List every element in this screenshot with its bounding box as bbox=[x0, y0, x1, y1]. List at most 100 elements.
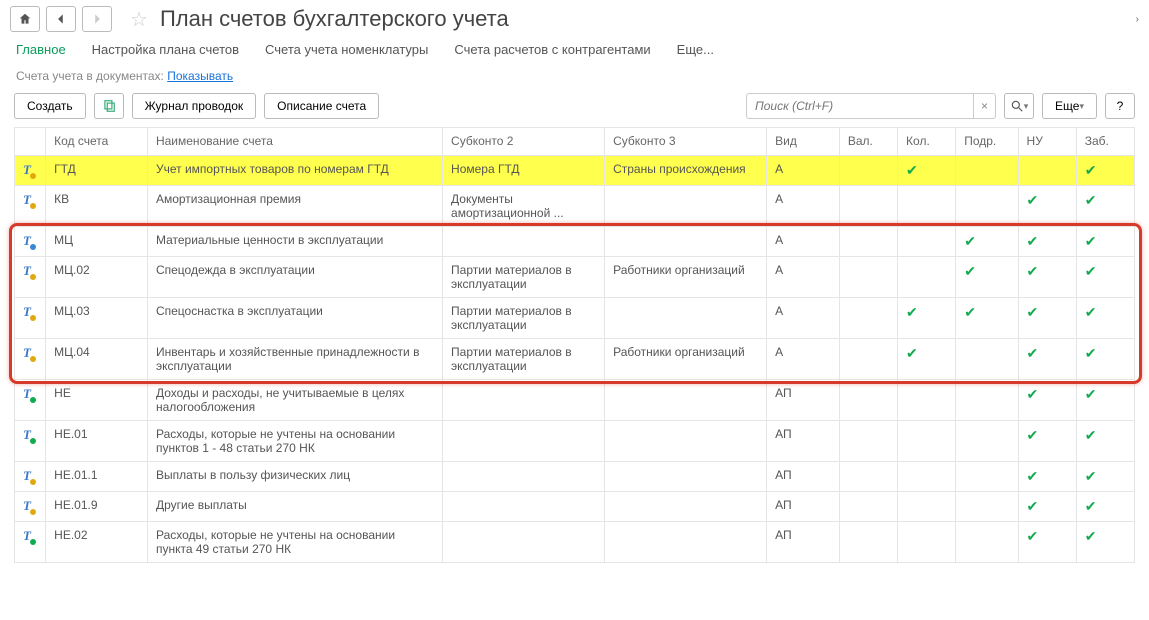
cell-nu: ✔ bbox=[1018, 462, 1076, 492]
status-link[interactable]: Показывать bbox=[167, 69, 233, 83]
cell-val bbox=[839, 339, 897, 380]
tab-4[interactable]: Еще... bbox=[677, 42, 714, 57]
cell-podr bbox=[956, 492, 1018, 522]
col-val[interactable]: Вал. bbox=[839, 128, 897, 156]
cell-name: Материальные ценности в эксплуатации bbox=[147, 227, 442, 257]
help-button[interactable]: ? bbox=[1105, 93, 1135, 119]
col-kol[interactable]: Кол. bbox=[898, 128, 956, 156]
cell-zab: ✔ bbox=[1076, 462, 1134, 492]
account-type-icon: T bbox=[23, 498, 31, 514]
cell-vid: А bbox=[767, 339, 840, 380]
table-row[interactable]: TМЦМатериальные ценности в эксплуатацииА… bbox=[15, 227, 1135, 257]
cell-zab: ✔ bbox=[1076, 186, 1134, 227]
cell-name: Учет импортных товаров по номерам ГТД bbox=[147, 156, 442, 186]
cell-val bbox=[839, 462, 897, 492]
cell-nu bbox=[1018, 156, 1076, 186]
search-input[interactable] bbox=[747, 99, 973, 113]
cell-name: Другие выплаты bbox=[147, 492, 442, 522]
cell-vid: А bbox=[767, 156, 840, 186]
cell-name: Доходы и расходы, не учитываемые в целях… bbox=[147, 380, 442, 421]
cell-icon: T bbox=[15, 421, 46, 462]
cell-sub3 bbox=[605, 462, 767, 492]
cell-val bbox=[839, 227, 897, 257]
cell-code: НЕ.02 bbox=[46, 522, 148, 563]
cell-zab: ✔ bbox=[1076, 380, 1134, 421]
cell-vid: А bbox=[767, 227, 840, 257]
table-row[interactable]: TНЕ.01.1Выплаты в пользу физических лицА… bbox=[15, 462, 1135, 492]
cell-sub2: Партии материалов в эксплуатации bbox=[443, 257, 605, 298]
cell-sub2 bbox=[443, 522, 605, 563]
cell-code: НЕ.01 bbox=[46, 421, 148, 462]
col-sub3[interactable]: Субконто 3 bbox=[605, 128, 767, 156]
cell-sub2 bbox=[443, 380, 605, 421]
table-row[interactable]: TГТДУчет импортных товаров по номерам ГТ… bbox=[15, 156, 1135, 186]
page-title: План счетов бухгалтерского учета bbox=[160, 6, 509, 32]
col-sub2[interactable]: Субконто 2 bbox=[443, 128, 605, 156]
cell-name: Расходы, которые не учтены на основании … bbox=[147, 421, 442, 462]
table-row[interactable]: TМЦ.03Спецоснастка в эксплуатацииПартии … bbox=[15, 298, 1135, 339]
cell-vid: А bbox=[767, 186, 840, 227]
more-menu-button[interactable]: Еще bbox=[1042, 93, 1097, 119]
col-name[interactable]: Наименование счета bbox=[147, 128, 442, 156]
cell-zab: ✔ bbox=[1076, 257, 1134, 298]
table-row[interactable]: TКВАмортизационная премияДокументы аморт… bbox=[15, 186, 1135, 227]
table-row[interactable]: TМЦ.04Инвентарь и хозяйственные принадле… bbox=[15, 339, 1135, 380]
forward-button[interactable] bbox=[82, 6, 112, 32]
col-nu[interactable]: НУ bbox=[1018, 128, 1076, 156]
tab-1[interactable]: Настройка плана счетов bbox=[92, 42, 239, 57]
cell-podr bbox=[956, 156, 1018, 186]
cell-nu: ✔ bbox=[1018, 421, 1076, 462]
cell-zab: ✔ bbox=[1076, 421, 1134, 462]
cell-nu: ✔ bbox=[1018, 227, 1076, 257]
table-row[interactable]: TМЦ.02Спецодежда в эксплуатацииПартии ма… bbox=[15, 257, 1135, 298]
cell-name: Расходы, которые не учтены на основании … bbox=[147, 522, 442, 563]
cell-sub3 bbox=[605, 186, 767, 227]
cell-vid: АП bbox=[767, 380, 840, 421]
cell-sub3 bbox=[605, 298, 767, 339]
table-row[interactable]: TНЕ.01Расходы, которые не учтены на осно… bbox=[15, 421, 1135, 462]
copy-button[interactable] bbox=[94, 93, 124, 119]
cell-sub3 bbox=[605, 522, 767, 563]
col-zab[interactable]: Заб. bbox=[1076, 128, 1134, 156]
cell-val bbox=[839, 522, 897, 563]
cell-sub3 bbox=[605, 492, 767, 522]
cell-kol: ✔ bbox=[898, 298, 956, 339]
search-icon bbox=[1010, 99, 1024, 113]
tab-0[interactable]: Главное bbox=[16, 42, 66, 57]
cell-zab: ✔ bbox=[1076, 339, 1134, 380]
create-button[interactable]: Создать bbox=[14, 93, 86, 119]
arrow-left-icon bbox=[54, 12, 68, 26]
tab-2[interactable]: Счета учета номенклатуры bbox=[265, 42, 428, 57]
cell-kol bbox=[898, 492, 956, 522]
cell-icon: T bbox=[15, 257, 46, 298]
col-vid[interactable]: Вид bbox=[767, 128, 840, 156]
col-code[interactable]: Код счета bbox=[46, 128, 148, 156]
description-button[interactable]: Описание счета bbox=[264, 93, 379, 119]
panel-expand-icon[interactable]: › bbox=[1136, 14, 1139, 25]
cell-sub3: Работники организаций bbox=[605, 257, 767, 298]
back-button[interactable] bbox=[46, 6, 76, 32]
cell-sub3: Страны происхождения bbox=[605, 156, 767, 186]
cell-nu: ✔ bbox=[1018, 339, 1076, 380]
status-line: Счета учета в документах: Показывать bbox=[0, 65, 1149, 93]
cell-vid: АП bbox=[767, 492, 840, 522]
cell-sub2 bbox=[443, 421, 605, 462]
cell-vid: АП bbox=[767, 462, 840, 492]
cell-val bbox=[839, 257, 897, 298]
search-clear-button[interactable]: × bbox=[973, 94, 995, 118]
account-type-icon: T bbox=[23, 304, 31, 320]
cell-name: Выплаты в пользу физических лиц bbox=[147, 462, 442, 492]
cell-zab: ✔ bbox=[1076, 492, 1134, 522]
home-button[interactable] bbox=[10, 6, 40, 32]
table-row[interactable]: TНЕ.01.9Другие выплатыАП✔✔ bbox=[15, 492, 1135, 522]
favorite-star-icon[interactable]: ☆ bbox=[118, 7, 154, 32]
col-podr[interactable]: Подр. bbox=[956, 128, 1018, 156]
search-options-button[interactable] bbox=[1004, 93, 1034, 119]
cell-zab: ✔ bbox=[1076, 522, 1134, 563]
tab-3[interactable]: Счета расчетов с контрагентами bbox=[454, 42, 650, 57]
cell-icon: T bbox=[15, 339, 46, 380]
table-row[interactable]: TНЕДоходы и расходы, не учитываемые в це… bbox=[15, 380, 1135, 421]
journal-button[interactable]: Журнал проводок bbox=[132, 93, 257, 119]
table-row[interactable]: TНЕ.02Расходы, которые не учтены на осно… bbox=[15, 522, 1135, 563]
accounts-table: Код счета Наименование счета Субконто 2 … bbox=[14, 127, 1135, 563]
